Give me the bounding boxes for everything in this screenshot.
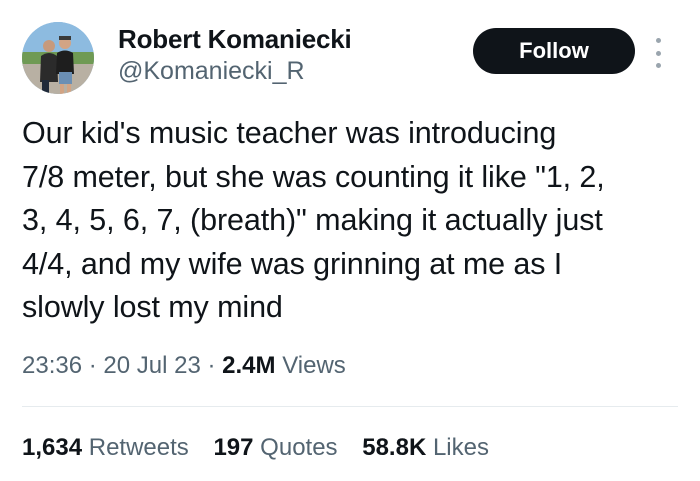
retweets-count: 1,634 — [22, 434, 83, 461]
views-count: 2.4M — [222, 352, 276, 379]
tweet-text: Our kid's music teacher was introducing … — [22, 116, 605, 324]
views-label: Views — [282, 352, 346, 379]
quotes-count: 197 — [213, 434, 254, 461]
author-display-name[interactable]: Robert Komaniecki — [118, 24, 352, 55]
tweet-meta: 23:36 · 20 Jul 23 · 2.4M Views — [22, 352, 346, 380]
divider — [22, 406, 678, 407]
quotes-label: Quotes — [260, 434, 338, 461]
more-vertical-icon[interactable] — [650, 38, 666, 68]
more-dot — [655, 38, 661, 43]
author-handle[interactable]: @Komaniecki_R — [118, 57, 305, 86]
meta-separator: · — [88, 352, 97, 379]
more-dot — [655, 50, 661, 56]
avatar[interactable] — [22, 22, 94, 94]
retweets-label: Retweets — [88, 434, 189, 461]
likes-stat[interactable]: 58.8K Likes — [362, 434, 489, 462]
follow-button[interactable]: Follow — [473, 28, 635, 74]
more-dot — [655, 63, 661, 68]
meta-separator: · — [207, 352, 216, 379]
retweets-stat[interactable]: 1,634 Retweets — [22, 434, 189, 462]
quotes-stat[interactable]: 197 Quotes — [213, 434, 337, 462]
avatar-photo — [22, 22, 94, 94]
tweet-date[interactable]: 20 Jul 23 — [103, 352, 200, 379]
tweet-time[interactable]: 23:36 — [22, 352, 82, 379]
likes-label: Likes — [432, 434, 489, 461]
likes-count: 58.8K — [362, 434, 427, 461]
tweet-stats: 1,634 Retweets 197 Quotes 58.8K Likes — [22, 434, 507, 462]
